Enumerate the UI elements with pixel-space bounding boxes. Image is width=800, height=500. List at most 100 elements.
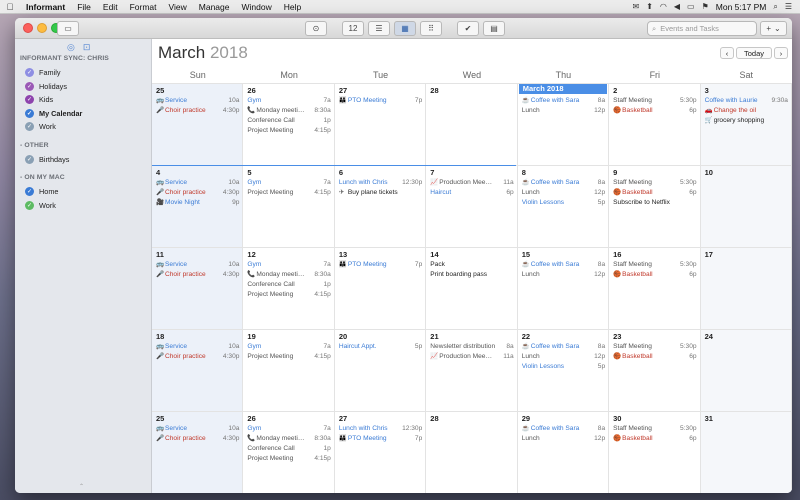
- calendar-event[interactable]: 🎤 Choir practice 4:30p: [156, 188, 239, 198]
- sync-icon[interactable]: ◎: [67, 42, 75, 53]
- calendar-event[interactable]: 👪 PTO Meeting 7p: [339, 260, 422, 270]
- day-cell[interactable]: 28: [426, 411, 518, 493]
- calendar-event[interactable]: 👪 PTO Meeting 7p: [339, 434, 422, 444]
- day-cell[interactable]: 17: [700, 247, 792, 329]
- day-cell[interactable]: 26 Gym 7a 📞 Monday meeti… 8:30a Conference Cal…: [243, 411, 335, 493]
- calendar-event[interactable]: 📞 Monday meeti… 8:30a: [247, 106, 330, 116]
- day-cell[interactable]: 8 ☕ Coffee with Sara 8a Lunch 12p Violin Lesso…: [517, 165, 610, 247]
- day-cell[interactable]: 31: [700, 411, 792, 493]
- share-icon[interactable]: ⬆: [646, 2, 653, 11]
- day-cell[interactable]: 5 Gym 7a Project Meeting 4:15p: [243, 165, 335, 247]
- flag-icon[interactable]: ⚑: [702, 2, 709, 11]
- focus-view-button[interactable]: ⊙: [305, 21, 327, 36]
- day-cell[interactable]: 27 👪 PTO Meeting 7p: [334, 83, 427, 165]
- day-cell[interactable]: 21 Newsletter distribution 8a 📈 Production M…: [426, 329, 518, 411]
- month-view-button[interactable]: ▦: [394, 21, 416, 36]
- day-cell[interactable]: 29 ☕ Coffee with Sara 8a Lunch 12p: [517, 411, 610, 493]
- calendar-event[interactable]: 🏀 Basketball 6p: [613, 270, 696, 280]
- sidebar-calendar-birthdays[interactable]: ✓ Birthdays: [25, 154, 69, 164]
- wifi-icon[interactable]: ◠: [660, 2, 667, 11]
- volume-icon[interactable]: ◀: [674, 2, 680, 11]
- day-cell[interactable]: 11 🚌 Service 10a 🎤 Choir practice 4:30p: [152, 247, 244, 329]
- calendar-event[interactable]: Conference Call 1p: [247, 444, 330, 454]
- tasks-view-button[interactable]: ✔: [457, 21, 479, 36]
- mail-icon[interactable]: ✉: [633, 2, 640, 11]
- menu-manage[interactable]: Manage: [193, 2, 236, 12]
- day-cell[interactable]: 7 📈 Production Mee… 11a Haircut 6p: [426, 165, 518, 247]
- scan-icon[interactable]: ⊡: [83, 42, 91, 53]
- day-cell[interactable]: 3 Coffee with Laurie 9:30a 🚗 Change the oil 🛒…: [700, 83, 792, 165]
- checkbox-icon[interactable]: ✓: [25, 122, 34, 131]
- notification-center-icon[interactable]: ☰: [785, 2, 792, 11]
- calendar-event[interactable]: Staff Meeting 5:30p: [613, 178, 696, 188]
- calendar-event[interactable]: 🎤 Choir practice 4:30p: [156, 352, 239, 362]
- calendar-event[interactable]: ✈ Buy plane tickets: [339, 188, 422, 198]
- menubar-clock[interactable]: Mon 5:17 PM: [716, 2, 767, 12]
- next-month-button[interactable]: ›: [774, 47, 788, 59]
- year-view-button[interactable]: ⠿: [420, 21, 442, 36]
- calendar-event[interactable]: Haircut 6p: [430, 188, 513, 198]
- checkbox-icon[interactable]: ✓: [25, 187, 34, 196]
- calendar-event[interactable]: Staff Meeting 5:30p: [613, 342, 696, 352]
- sidebar-calendar-my-calendar[interactable]: ✓ My Calendar: [25, 108, 82, 118]
- add-item-button[interactable]: + ⌄: [760, 21, 787, 36]
- day-cell[interactable]: 25 🚌 Service 10a 🎤 Choir practice 4:30p: [152, 83, 244, 165]
- day-cell[interactable]: 20 Haircut Appt. 5p: [334, 329, 427, 411]
- calendar-event[interactable]: Coffee with Laurie 9:30a: [705, 96, 788, 106]
- calendar-event[interactable]: 📈 Production Mee… 11a: [430, 178, 513, 188]
- calendar-event[interactable]: Pack: [430, 260, 513, 270]
- day-cell[interactable]: 9 Staff Meeting 5:30p 🏀 Basketball 6p Subscrib…: [609, 165, 701, 247]
- calendar-event[interactable]: 📞 Monday meeti… 8:30a: [247, 270, 330, 280]
- calendar-event[interactable]: 🚌 Service 10a: [156, 424, 239, 434]
- list-view-button[interactable]: ☰: [368, 21, 390, 36]
- day-cell[interactable]: 19 Gym 7a Project Meeting 4:15p: [243, 329, 335, 411]
- day-cell[interactable]: 2 Staff Meeting 5:30p 🏀 Basketball 6p: [609, 83, 701, 165]
- calendar-event[interactable]: 🏀 Basketball 6p: [613, 434, 696, 444]
- day-cell[interactable]: 24: [700, 329, 792, 411]
- calendar-event[interactable]: 🏀 Basketball 6p: [613, 352, 696, 362]
- calendar-event[interactable]: ☕ Coffee with Sara 8a: [522, 260, 605, 270]
- spotlight-icon[interactable]: ⌕: [773, 2, 777, 12]
- sidebar-calendar-holidays[interactable]: ✓ Holidays: [25, 81, 67, 91]
- calendar-event[interactable]: Conference Call 1p: [247, 280, 330, 290]
- calendar-event[interactable]: Lunch 12p: [522, 188, 605, 198]
- calendar-event[interactable]: Project Meeting 4:15p: [247, 188, 330, 198]
- calendar-event[interactable]: 🎤 Choir practice 4:30p: [156, 106, 239, 116]
- toggle-sidebar-button[interactable]: ▭: [57, 21, 79, 36]
- calendar-event[interactable]: ☕ Coffee with Sara 8a: [522, 424, 605, 434]
- sidebar-calendar-home[interactable]: ✓ Home: [25, 187, 58, 196]
- calendar-event[interactable]: Gym 7a: [247, 424, 330, 434]
- calendar-event[interactable]: ☕ Coffee with Sara 8a: [522, 96, 605, 106]
- menu-edit[interactable]: Edit: [97, 2, 124, 12]
- day-cell[interactable]: March 2018 ☕ Coffee with Sara 8a Lunch 12p: [517, 83, 610, 165]
- calendar-event[interactable]: 🚌 Service 10a: [156, 96, 239, 106]
- day-cell[interactable]: 15 ☕ Coffee with Sara 8a Lunch 12p: [517, 247, 610, 329]
- day-cell[interactable]: 6 Lunch with Chris 12:30p ✈ Buy plane ticket…: [334, 165, 427, 247]
- calendar-event[interactable]: 🏀 Basketball 6p: [613, 106, 696, 116]
- search-field[interactable]: ⌕ Events and Tasks: [647, 21, 757, 36]
- calendar-event[interactable]: Newsletter distribution 8a: [430, 342, 513, 352]
- day-cell[interactable]: 4 🚌 Service 10a 🎤 Choir practice 4:30p 🎥 Movie N…: [152, 165, 244, 247]
- calendar-event[interactable]: Lunch 12p: [522, 434, 605, 444]
- day-view-button[interactable]: 12: [342, 21, 364, 36]
- calendar-event[interactable]: Lunch 12p: [522, 106, 605, 116]
- day-cell[interactable]: 12 Gym 7a 📞 Monday meeti… 8:30a Conference Cal…: [243, 247, 335, 329]
- menu-format[interactable]: Format: [124, 2, 163, 12]
- calendar-event[interactable]: 🏀 Basketball 6p: [613, 188, 696, 198]
- calendar-event[interactable]: 🛒 grocery shopping: [705, 116, 788, 126]
- day-cell[interactable]: 18 🚌 Service 10a 🎤 Choir practice 4:30p: [152, 329, 244, 411]
- calendar-event[interactable]: Gym 7a: [247, 178, 330, 188]
- sidebar-calendar-family[interactable]: ✓ Family: [25, 68, 61, 77]
- sidebar-calendar-work[interactable]: ✓ Work: [25, 200, 56, 210]
- sidebar-resize-handle[interactable]: ⌃: [79, 483, 84, 490]
- notes-view-button[interactable]: ▤: [483, 21, 505, 36]
- checkbox-icon[interactable]: ✓: [25, 81, 34, 91]
- menu-file[interactable]: File: [71, 2, 97, 12]
- calendar-event[interactable]: Staff Meeting 5:30p: [613, 96, 696, 106]
- calendar-event[interactable]: 🚌 Service 10a: [156, 178, 239, 188]
- day-cell[interactable]: 23 Staff Meeting 5:30p 🏀 Basketball 6p: [609, 329, 701, 411]
- menu-view[interactable]: View: [162, 2, 192, 12]
- sidebar-calendar-kids[interactable]: ✓ Kids: [25, 95, 53, 104]
- calendar-event[interactable]: Project Meeting 4:15p: [247, 290, 330, 300]
- calendar-event[interactable]: 📈 Production Mee… 11a: [430, 352, 513, 362]
